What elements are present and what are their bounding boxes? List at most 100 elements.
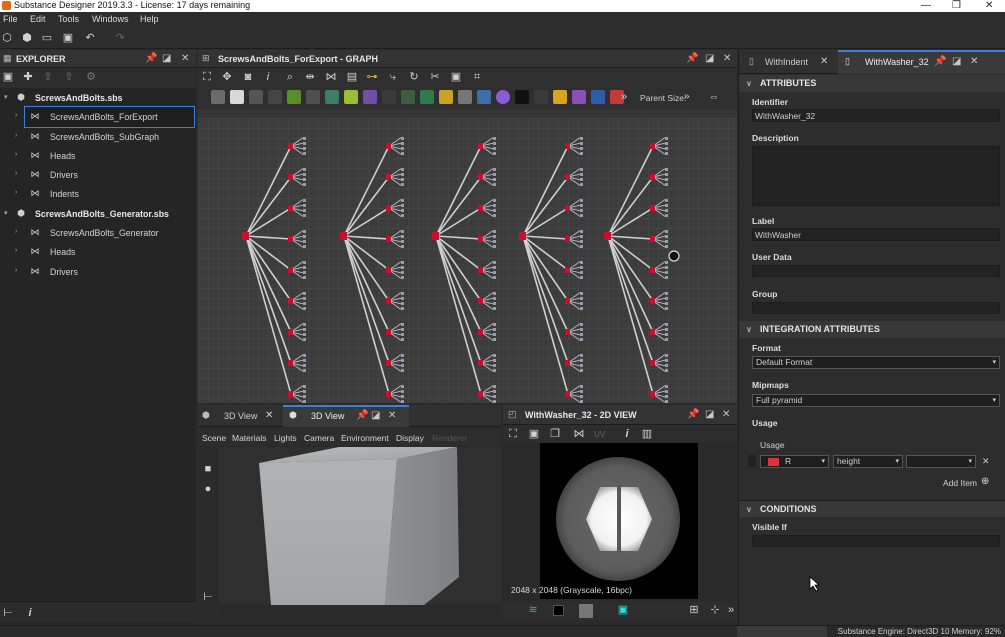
publish-icon[interactable]: ⇪ xyxy=(42,71,54,83)
graph-node[interactable] xyxy=(288,391,293,397)
text-node-icon[interactable] xyxy=(572,90,586,104)
graph-output-node[interactable] xyxy=(493,209,496,212)
graph-node[interactable] xyxy=(478,236,483,242)
graph-output-node[interactable] xyxy=(303,152,306,155)
new-graph-icon[interactable]: ⬢ xyxy=(21,32,33,44)
graph-node[interactable] xyxy=(650,236,655,242)
expand-arrow-icon[interactable]: ▾ xyxy=(4,209,8,217)
graph-node[interactable] xyxy=(386,298,391,304)
graph-output-node[interactable] xyxy=(493,323,496,326)
graph-output-node[interactable] xyxy=(580,323,583,326)
pin-icon[interactable]: 📌 xyxy=(356,410,368,422)
float-icon[interactable]: ◪ xyxy=(705,409,714,421)
graph-output-node[interactable] xyxy=(665,276,668,279)
menu-scene[interactable]: Scene xyxy=(202,433,226,443)
add-icon[interactable]: ⊕ xyxy=(981,476,989,487)
graph-output-node[interactable] xyxy=(580,178,583,181)
userdata-input[interactable] xyxy=(752,265,1000,277)
menu-edit[interactable]: Edit xyxy=(30,14,46,24)
graph-output-node[interactable] xyxy=(580,214,583,217)
graph-node[interactable] xyxy=(565,329,570,335)
uniform-node-icon[interactable] xyxy=(230,90,244,104)
graph-output-node[interactable] xyxy=(401,385,404,388)
graph-output-node[interactable] xyxy=(493,178,496,181)
menu-file[interactable]: File xyxy=(3,14,18,24)
graph-output-node[interactable] xyxy=(580,209,583,212)
graph-output-node[interactable] xyxy=(665,338,668,341)
graph-output-node[interactable] xyxy=(493,395,496,398)
graph-item[interactable]: › ⋈ ScrewsAndBolts_SubGraph xyxy=(0,127,196,146)
close-icon[interactable]: ✕ xyxy=(970,56,978,68)
graph-output-node[interactable] xyxy=(580,400,583,403)
graph-output-node[interactable] xyxy=(493,333,496,336)
graph-output-node[interactable] xyxy=(303,142,306,145)
menu-materials[interactable]: Materials xyxy=(232,433,266,443)
graph-node[interactable] xyxy=(565,143,570,149)
graph-output-node[interactable] xyxy=(493,338,496,341)
graph-output-node[interactable] xyxy=(303,385,306,388)
graph-output-node[interactable] xyxy=(665,307,668,310)
graph-output-node[interactable] xyxy=(303,369,306,372)
graph-output-node[interactable] xyxy=(401,204,404,207)
graph-output-node[interactable] xyxy=(665,328,668,331)
float-icon[interactable]: ◪ xyxy=(162,53,171,65)
collapse-arrow-icon[interactable]: › xyxy=(15,170,17,177)
graph-node[interactable] xyxy=(478,391,483,397)
section-attributes[interactable]: ∨ ATTRIBUTES xyxy=(739,75,1005,92)
graph-output-node[interactable] xyxy=(493,240,496,243)
minimize-button[interactable]: — xyxy=(921,0,931,11)
graph-output-node[interactable] xyxy=(303,240,306,243)
graph-output-node[interactable] xyxy=(303,261,306,264)
graph-output-node[interactable] xyxy=(665,240,668,243)
graph-node[interactable] xyxy=(650,174,655,180)
redo-icon[interactable]: ↷ xyxy=(114,32,126,44)
graph-output-node[interactable] xyxy=(665,214,668,217)
float-icon[interactable]: ◪ xyxy=(705,53,714,65)
graph-output-node[interactable] xyxy=(580,142,583,145)
black-bg-swatch[interactable] xyxy=(553,605,564,616)
graph-output-node[interactable] xyxy=(401,173,404,176)
graph-root-node[interactable] xyxy=(519,232,526,240)
graph-output-node[interactable] xyxy=(493,354,496,357)
graph-output-node[interactable] xyxy=(580,359,583,362)
graph-output-node[interactable] xyxy=(580,230,583,233)
graph-output-node[interactable] xyxy=(303,364,306,367)
graph-output-node[interactable] xyxy=(493,302,496,305)
branch-icon[interactable]: ⤷ xyxy=(387,71,399,83)
graph-output-node[interactable] xyxy=(665,369,668,372)
graph-output-node[interactable] xyxy=(493,199,496,202)
drop-node-icon[interactable] xyxy=(249,90,263,104)
graph-output-node[interactable] xyxy=(401,245,404,248)
mipmaps-dropdown[interactable]: Full pyramid ▾ xyxy=(752,394,1000,407)
graph-output-node[interactable] xyxy=(401,400,404,403)
graph-output-node[interactable] xyxy=(493,204,496,207)
frame-node-icon[interactable] xyxy=(591,90,605,104)
export-icon[interactable]: ⇧ xyxy=(63,71,75,83)
close-icon[interactable]: ✕ xyxy=(388,410,396,422)
align-icon[interactable]: ⇹ xyxy=(304,71,316,83)
graph-output-node[interactable] xyxy=(303,147,306,150)
tree-icon[interactable]: ⊢ xyxy=(202,591,214,603)
graph-node[interactable] xyxy=(565,174,570,180)
graph-output-node[interactable] xyxy=(493,328,496,331)
wave-node-icon[interactable] xyxy=(534,90,548,104)
close-icon[interactable]: ✕ xyxy=(265,410,273,421)
graph-output-node[interactable] xyxy=(493,271,496,274)
save-icon[interactable]: ▣ xyxy=(62,32,74,44)
group-input[interactable] xyxy=(752,302,1000,314)
graph-node[interactable] xyxy=(386,391,391,397)
graph-output-node[interactable] xyxy=(303,214,306,217)
curve-node-icon[interactable] xyxy=(287,90,301,104)
graph-output-node[interactable] xyxy=(493,142,496,145)
viewport-3d[interactable] xyxy=(219,447,501,605)
monitor-icon[interactable]: ▣ xyxy=(617,604,629,616)
graph-node[interactable] xyxy=(565,205,570,211)
graph-node[interactable] xyxy=(565,391,570,397)
expand-arrow-icon[interactable]: ▾ xyxy=(4,93,8,101)
graph-output-node[interactable] xyxy=(665,235,668,238)
more-icon[interactable]: » xyxy=(618,91,630,103)
graph-output-node[interactable] xyxy=(493,147,496,150)
graph-output-node[interactable] xyxy=(580,369,583,372)
viewport-2d[interactable] xyxy=(540,443,698,599)
graph-output-node[interactable] xyxy=(303,168,306,171)
